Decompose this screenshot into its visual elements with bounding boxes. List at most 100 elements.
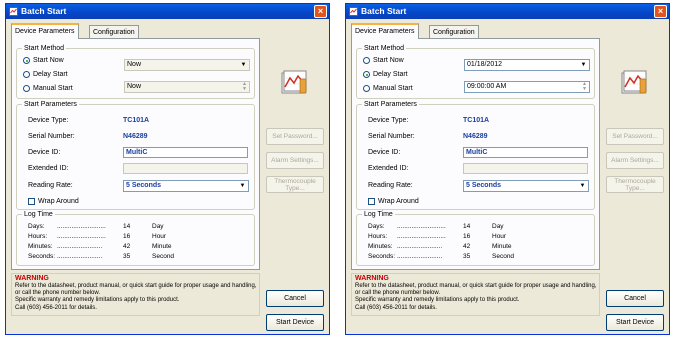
log-time-group: Log Time Days:..........................… bbox=[16, 210, 255, 266]
serial-number-value: N46289 bbox=[463, 133, 488, 140]
manual-start-radio[interactable] bbox=[23, 85, 30, 92]
chart-icon bbox=[621, 70, 647, 94]
log-time-group: Log Time Days:..........................… bbox=[356, 210, 595, 266]
start-method-title: Start Method bbox=[362, 44, 407, 53]
reading-rate-select[interactable]: 5 Seconds ▼ bbox=[463, 180, 589, 192]
set-password-button[interactable]: Set Password... bbox=[606, 128, 664, 145]
log-time-value: 42 bbox=[463, 243, 471, 250]
device-id-input[interactable]: MultiC bbox=[123, 147, 248, 158]
start-date-combo[interactable]: Now ▼ bbox=[124, 59, 250, 71]
log-time-label: Hours: bbox=[28, 233, 48, 240]
cancel-button[interactable]: Cancel bbox=[266, 290, 324, 307]
log-time-dots: ......................... bbox=[57, 243, 103, 250]
reading-rate-value: 5 Seconds bbox=[466, 182, 502, 189]
extended-id-label: Extended ID: bbox=[368, 165, 409, 172]
chevron-down-icon[interactable]: ▼ bbox=[239, 61, 248, 69]
wrap-around-checkbox[interactable] bbox=[368, 198, 375, 205]
chevron-down-icon[interactable]: ▼ bbox=[578, 182, 587, 190]
log-time-label: Seconds: bbox=[28, 253, 56, 260]
wrap-around-label: Wrap Around bbox=[38, 198, 79, 205]
close-button[interactable]: × bbox=[314, 5, 327, 18]
log-time-unit: Day bbox=[492, 223, 504, 230]
extended-id-input[interactable] bbox=[123, 163, 248, 174]
title-bar[interactable]: Batch Start × bbox=[346, 4, 669, 19]
start-parameters-group: Start Parameters Device Type: TC101A Ser… bbox=[16, 100, 255, 210]
log-time-label: Minutes: bbox=[368, 243, 393, 250]
wrap-around-checkbox[interactable] bbox=[28, 198, 35, 205]
warning-title: WARNING bbox=[15, 275, 49, 282]
serial-number-value: N46289 bbox=[123, 133, 148, 140]
log-time-label: Days: bbox=[368, 223, 385, 230]
manual-start-label: Manual Start bbox=[33, 85, 73, 92]
device-id-input[interactable]: MultiC bbox=[463, 147, 588, 158]
wrap-around-label: Wrap Around bbox=[378, 198, 419, 205]
tab-device-parameters[interactable]: Device Parameters bbox=[351, 23, 419, 39]
device-type-label: Device Type: bbox=[28, 117, 69, 124]
start-now-radio[interactable] bbox=[23, 57, 30, 64]
start-device-button[interactable]: Start Device bbox=[606, 314, 664, 331]
tab-configuration[interactable]: Configuration bbox=[429, 25, 479, 38]
start-now-radio[interactable] bbox=[363, 57, 370, 64]
device-type-value: TC101A bbox=[123, 117, 150, 124]
log-time-value: 35 bbox=[463, 253, 471, 260]
log-time-label: Minutes: bbox=[28, 243, 53, 250]
alarm-settings-button[interactable]: Alarm Settings... bbox=[266, 152, 324, 169]
alarm-settings-button[interactable]: Alarm Settings... bbox=[606, 152, 664, 169]
start-time-value: Now bbox=[127, 83, 142, 90]
start-device-button[interactable]: Start Device bbox=[266, 314, 324, 331]
log-time-label: Days: bbox=[28, 223, 45, 230]
warning-text: Refer to the datasheet, product manual, … bbox=[355, 283, 597, 311]
chevron-down-icon[interactable]: ▼ bbox=[579, 61, 588, 69]
start-time-field[interactable]: Now ▲ ▼ bbox=[124, 81, 250, 93]
spin-arrows-icon[interactable]: ▲ ▼ bbox=[241, 82, 248, 92]
start-now-label: Start Now bbox=[33, 57, 64, 64]
log-time-dots: ......................... bbox=[397, 243, 443, 250]
device-type-value: TC101A bbox=[463, 117, 490, 124]
start-time-field[interactable]: 09:00:00 AM ▲ ▼ bbox=[464, 81, 590, 93]
tab-device-parameters[interactable]: Device Parameters bbox=[11, 23, 79, 39]
log-time-value: 35 bbox=[123, 253, 131, 260]
log-time-value: 16 bbox=[463, 233, 471, 240]
log-time-value: 42 bbox=[123, 243, 131, 250]
start-method-title: Start Method bbox=[22, 44, 67, 53]
title-bar[interactable]: Batch Start × bbox=[6, 4, 329, 19]
window-title: Batch Start bbox=[21, 6, 67, 16]
log-time-dots: ........................... bbox=[57, 223, 106, 230]
app-icon bbox=[9, 7, 18, 16]
start-date-combo[interactable]: 01/18/2012 ▼ bbox=[464, 59, 590, 71]
log-time-label: Hours: bbox=[368, 233, 388, 240]
log-time-value: 14 bbox=[123, 223, 131, 230]
device-parameters-panel: Start Method Start Now Delay Start Manua… bbox=[11, 38, 260, 270]
delay-start-radio[interactable] bbox=[363, 71, 370, 78]
device-id-label: Device ID: bbox=[368, 149, 401, 156]
set-password-button[interactable]: Set Password... bbox=[266, 128, 324, 145]
manual-start-label: Manual Start bbox=[373, 85, 413, 92]
extended-id-input[interactable] bbox=[463, 163, 588, 174]
batch-start-window: Batch Start × Device Parameters Configur… bbox=[5, 3, 330, 335]
cancel-button[interactable]: Cancel bbox=[606, 290, 664, 307]
close-button[interactable]: × bbox=[654, 5, 667, 18]
reading-rate-value: 5 Seconds bbox=[126, 182, 162, 189]
spin-arrows-icon[interactable]: ▲ ▼ bbox=[581, 82, 588, 92]
reading-rate-label: Reading Rate: bbox=[368, 182, 413, 189]
delay-start-label: Delay Start bbox=[33, 71, 68, 78]
tab-configuration[interactable]: Configuration bbox=[89, 25, 139, 38]
warning-box: WARNING Refer to the datasheet, product … bbox=[11, 273, 260, 316]
log-time-title: Log Time bbox=[362, 210, 395, 219]
manual-start-radio[interactable] bbox=[363, 85, 370, 92]
serial-number-label: Serial Number: bbox=[28, 133, 75, 140]
log-time-dots: ........................... bbox=[397, 223, 446, 230]
delay-start-radio[interactable] bbox=[23, 71, 30, 78]
log-time-unit: Hour bbox=[152, 233, 167, 240]
log-time-title: Log Time bbox=[22, 210, 55, 219]
chevron-down-icon[interactable]: ▼ bbox=[238, 182, 247, 190]
thermocouple-type-button[interactable]: Thermocouple Type... bbox=[266, 176, 324, 193]
reading-rate-select[interactable]: 5 Seconds ▼ bbox=[123, 180, 249, 192]
log-time-unit: Minute bbox=[492, 243, 512, 250]
log-time-unit: Second bbox=[492, 253, 515, 260]
start-time-value: 09:00:00 AM bbox=[467, 83, 507, 90]
start-parameters-title: Start Parameters bbox=[22, 100, 79, 109]
log-time-value: 16 bbox=[123, 233, 131, 240]
log-time-dots: ......................... bbox=[397, 253, 443, 260]
thermocouple-type-button[interactable]: Thermocouple Type... bbox=[606, 176, 664, 193]
